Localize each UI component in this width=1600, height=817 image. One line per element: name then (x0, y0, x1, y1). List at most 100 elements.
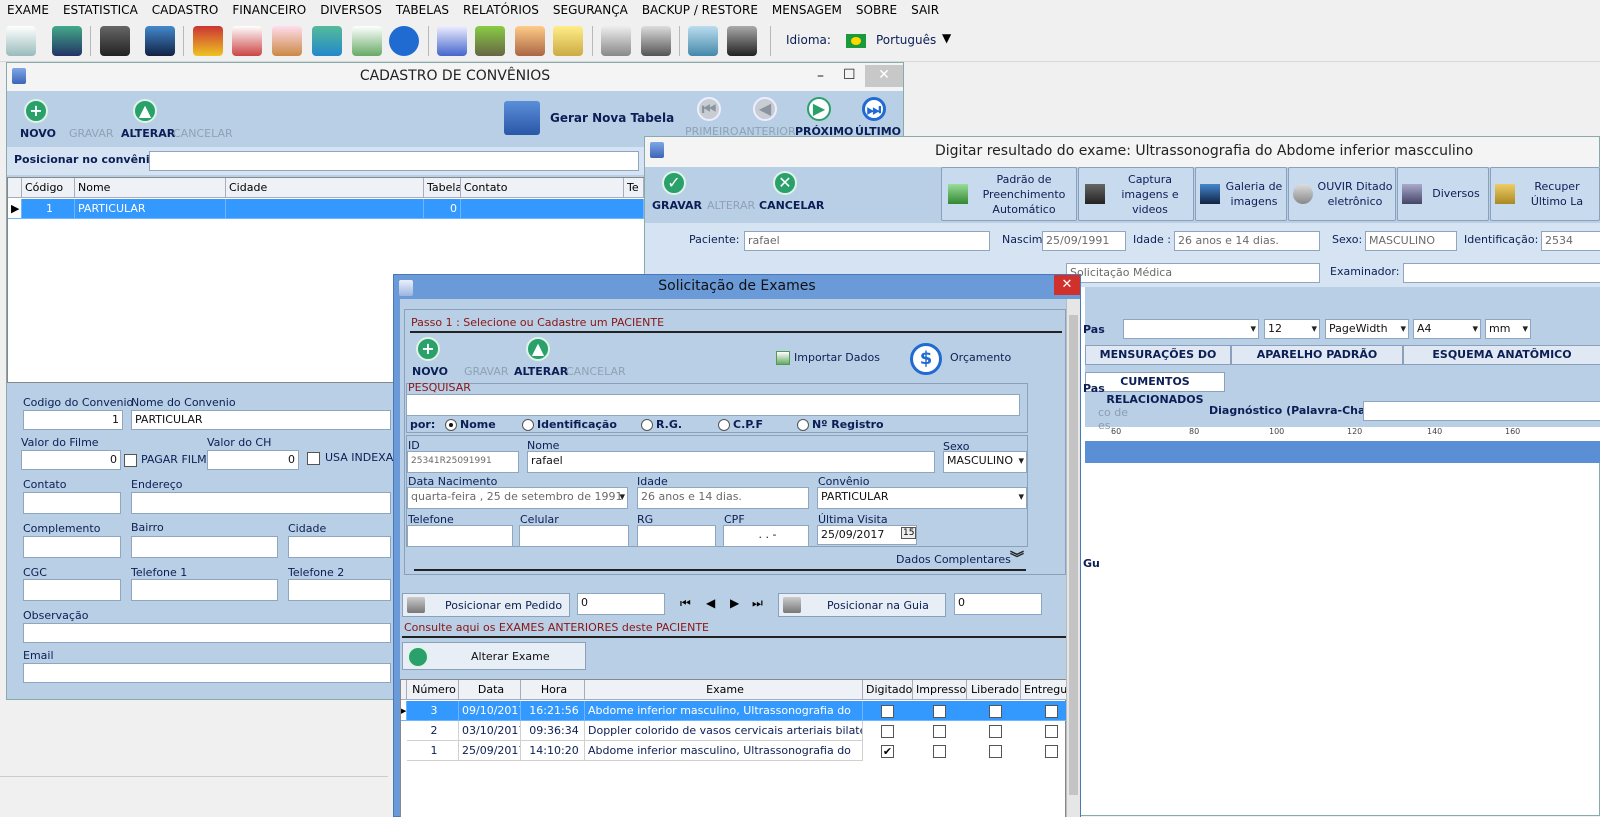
orcamento-button[interactable]: Orçamento (950, 351, 1011, 364)
menu-backup[interactable]: BACKUP / RESTORE (635, 0, 765, 20)
padrao-button[interactable]: Padrão de Preenchimento Automático (941, 167, 1077, 221)
printer-icon[interactable] (601, 26, 631, 56)
radio-registro[interactable] (797, 419, 809, 431)
posicionar-guia-input[interactable]: 0 (954, 593, 1042, 615)
idade-input[interactable]: 26 anos e 14 dias. (1174, 231, 1320, 251)
complemento-input[interactable] (23, 536, 121, 558)
col-header[interactable]: Exame (585, 680, 863, 700)
posicionar-pedido-input[interactable]: 0 (577, 593, 665, 615)
liberado-checkbox[interactable] (989, 745, 1002, 758)
radio-nome[interactable] (445, 419, 457, 431)
menu-estatistica[interactable]: ESTATISTICA (56, 0, 145, 20)
ouvir-button[interactable]: OUVIR Ditado eletrônico (1288, 167, 1396, 221)
medical-kit-icon[interactable] (232, 26, 262, 56)
radio-identificacao[interactable] (522, 419, 534, 431)
idade-input[interactable]: 26 anos e 14 dias. (637, 487, 809, 509)
celular-input[interactable] (519, 525, 629, 547)
printer-setup-icon[interactable] (641, 26, 671, 56)
col-header[interactable]: Código (22, 178, 75, 198)
digitado-checkbox[interactable]: ✔ (881, 745, 894, 758)
posicionar-pedido-button[interactable]: Posicionar em Pedido (402, 593, 570, 617)
sexo-select[interactable]: MASCULINO (943, 451, 1027, 473)
next-record-icon[interactable]: ▶ (730, 596, 739, 610)
col-header[interactable]: Tabela (424, 178, 461, 198)
importar-button[interactable]: Importar Dados (794, 351, 880, 364)
calendar-icon[interactable]: 15 (901, 527, 917, 539)
gerar-tabela-button[interactable]: Gerar Nova Tabela (550, 111, 674, 125)
impresso-checkbox[interactable] (933, 745, 946, 758)
minimize-icon[interactable]: – (817, 63, 824, 89)
zoom-select[interactable]: PageWidth (1325, 319, 1409, 339)
menu-diversos[interactable]: DIVERSOS (313, 0, 389, 20)
col-header[interactable]: Hora (521, 680, 585, 700)
endereco-input[interactable] (131, 492, 391, 514)
contato-input[interactable] (23, 492, 121, 514)
tab-mensuracoes[interactable]: MENSURAÇÕES DO EXAME (1085, 345, 1231, 379)
unit-select[interactable]: mm (1485, 319, 1531, 339)
menu-seguranca[interactable]: SEGURANÇA (546, 0, 635, 20)
col-header[interactable]: Contato (461, 178, 624, 198)
last-record-icon[interactable]: ⏭ (752, 596, 763, 611)
digitado-checkbox[interactable] (881, 725, 894, 738)
entregue-checkbox[interactable] (1045, 745, 1058, 758)
film-icon[interactable] (100, 26, 130, 56)
codigo-input[interactable]: 1 (23, 410, 123, 430)
nascimento-select[interactable]: quarta-feira , 25 de setembro de 1991 (407, 487, 628, 509)
obs-input[interactable] (23, 623, 391, 643)
tel2-input[interactable] (288, 579, 391, 601)
user-icon[interactable] (389, 26, 419, 56)
cancelar-button[interactable]: CANCELAR (759, 199, 824, 212)
pagar-filme-checkbox[interactable] (124, 454, 137, 467)
filme-input[interactable]: 0 (21, 450, 121, 470)
cpf-input[interactable]: . . - (723, 525, 809, 547)
col-header[interactable]: Te (624, 178, 644, 198)
close-icon[interactable]: ✕ (865, 65, 903, 87)
identificacao-input[interactable]: 2534 (1541, 231, 1600, 251)
paper-select[interactable]: A4 (1413, 319, 1481, 339)
entregue-checkbox[interactable] (1045, 705, 1058, 718)
font-size-select[interactable]: 12 (1264, 319, 1320, 339)
telefone-input[interactable] (407, 525, 513, 547)
sync-icon[interactable] (688, 26, 718, 56)
prev-record-icon[interactable]: ◀ (706, 596, 715, 610)
maximize-icon[interactable]: ☐ (843, 62, 856, 88)
idioma-select[interactable]: Português (876, 33, 936, 47)
liberado-checkbox[interactable] (989, 725, 1002, 738)
menu-sair[interactable]: SAIR (904, 0, 946, 20)
calendar-icon[interactable] (437, 26, 467, 56)
col-header[interactable]: Nome (75, 178, 226, 198)
bairro-input[interactable] (131, 536, 278, 558)
posicionar-guia-button[interactable]: Posicionar na Guia (778, 593, 946, 617)
close-icon[interactable]: ✕ (1054, 275, 1080, 295)
diversos-button[interactable]: Diversos (1397, 167, 1489, 221)
radio-cpf[interactable] (718, 419, 730, 431)
col-header[interactable]: Cidade (226, 178, 424, 198)
network-icon[interactable] (145, 26, 175, 56)
alterar-button[interactable]: ALTERAR (514, 365, 568, 378)
tab-documentos[interactable]: CUMENTOS RELACIONADOS (1085, 372, 1225, 406)
paciente-input[interactable]: rafael (744, 231, 990, 251)
chevron-down-icon[interactable]: ▼ (942, 31, 951, 45)
menu-exame[interactable]: EXAME (0, 0, 56, 20)
col-header[interactable]: Liberado (967, 680, 1021, 700)
digitado-checkbox[interactable] (881, 705, 894, 718)
scrollbar-thumb[interactable] (1069, 315, 1078, 795)
font-name-select[interactable] (1123, 319, 1259, 339)
cancelar-button[interactable]: CANCELAR (173, 127, 233, 140)
sexo-input[interactable]: MASCULINO (1365, 231, 1457, 251)
nome-input[interactable]: rafael (527, 451, 935, 473)
checklist-icon[interactable] (352, 26, 382, 56)
novo-button[interactable]: NOVO (20, 127, 56, 140)
gravar-button[interactable]: GRAVAR (464, 365, 509, 378)
cancelar-button[interactable]: CANCELAR (566, 365, 626, 378)
solicitante-input[interactable]: Solicitação Médica (1066, 263, 1320, 283)
pesquisar-input[interactable] (406, 394, 1020, 416)
menu-relatorios[interactable]: RELATÓRIOS (456, 0, 546, 20)
alterar-exame-button[interactable]: Alterar Exame (402, 642, 586, 670)
captura-button[interactable]: Captura imagens e videos (1078, 167, 1194, 221)
impresso-checkbox[interactable] (933, 725, 946, 738)
radio-rg[interactable] (641, 419, 653, 431)
alterar-button[interactable]: ALTERAR (707, 199, 755, 212)
posicionar-input[interactable] (149, 151, 639, 171)
impresso-checkbox[interactable] (933, 705, 946, 718)
